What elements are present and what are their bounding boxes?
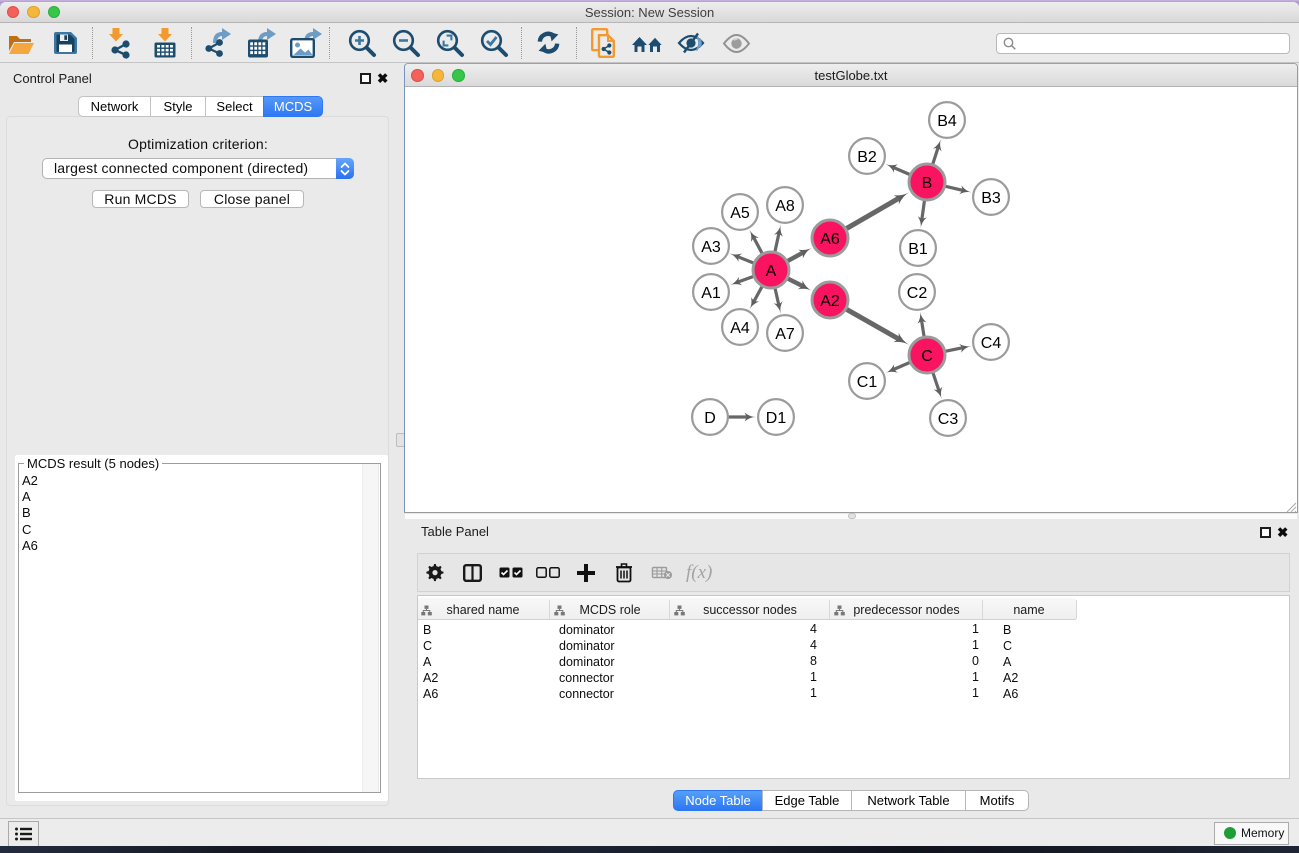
svg-text:A4: A4 (730, 320, 750, 337)
svg-text:D: D (704, 410, 716, 427)
svg-text:D1: D1 (766, 410, 787, 427)
svg-text:A: A (766, 263, 777, 280)
svg-text:C4: C4 (981, 335, 1002, 352)
svg-text:C: C (921, 348, 933, 365)
svg-text:C1: C1 (857, 374, 878, 391)
svg-text:B3: B3 (981, 190, 1001, 207)
svg-text:C3: C3 (938, 411, 959, 428)
svg-text:A8: A8 (775, 198, 795, 215)
svg-text:A2: A2 (820, 293, 840, 310)
svg-text:C2: C2 (907, 285, 928, 302)
svg-text:B: B (922, 175, 933, 192)
svg-text:A7: A7 (775, 326, 795, 343)
svg-text:B2: B2 (857, 149, 877, 166)
svg-text:A1: A1 (701, 285, 721, 302)
svg-text:B1: B1 (908, 241, 928, 258)
svg-text:A5: A5 (730, 205, 750, 222)
svg-text:B4: B4 (937, 113, 957, 130)
svg-text:A3: A3 (701, 239, 721, 256)
svg-text:A6: A6 (820, 231, 840, 248)
